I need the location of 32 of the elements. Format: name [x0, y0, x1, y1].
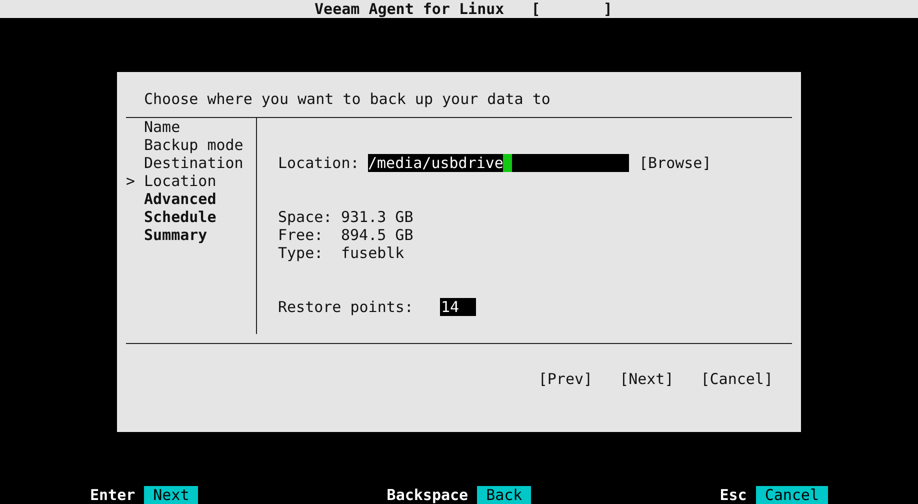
wizard-step[interactable]: Advanced [126, 190, 256, 208]
location-field[interactable]: /media/usbdrive [368, 154, 629, 172]
shortcut-key: Backspace [386, 486, 478, 504]
dialog-button[interactable]: [Prev] [538, 370, 593, 388]
window-title: Veeam Agent for Linux [314, 0, 504, 18]
shortcut-key: Esc [720, 486, 756, 504]
restore-points-field[interactable]: 14 [440, 298, 476, 316]
info-value: 894.5 GB [341, 226, 414, 244]
info-value: fuseblk [341, 244, 404, 262]
wizard-step[interactable]: Backup mode [126, 136, 256, 154]
dialog-heading: Choose where you want to back up your data to [144, 90, 552, 108]
shortcut-action[interactable]: Back [477, 486, 532, 504]
info-label: Space: [278, 208, 334, 226]
text-cursor [503, 154, 512, 172]
selection-marker: > [126, 172, 136, 190]
wizard-step[interactable]: Summary [126, 226, 256, 244]
shortcut-action[interactable]: Next [144, 486, 198, 504]
wizard-step[interactable]: Schedule [126, 208, 256, 226]
wizard-step[interactable]: Name [126, 118, 256, 136]
progress-indicator: [ ] [531, 0, 612, 18]
shortcut-key: Enter [90, 486, 144, 504]
wizard-step[interactable]: > Location [126, 172, 256, 190]
shortcut-action[interactable]: Cancel [756, 486, 828, 504]
wizard-step[interactable]: Destination [126, 154, 256, 172]
info-label: Type: [278, 244, 324, 262]
restore-points-label: Restore points: [278, 298, 414, 316]
info-label: Free: [278, 226, 324, 244]
dialog-button[interactable]: [Cancel] [700, 370, 773, 388]
dialog-button[interactable]: [Next] [620, 370, 674, 388]
location-label: Location: [278, 154, 360, 172]
info-value: 931.3 GB [341, 208, 414, 226]
browse-button[interactable]: [Browse] [639, 154, 712, 172]
